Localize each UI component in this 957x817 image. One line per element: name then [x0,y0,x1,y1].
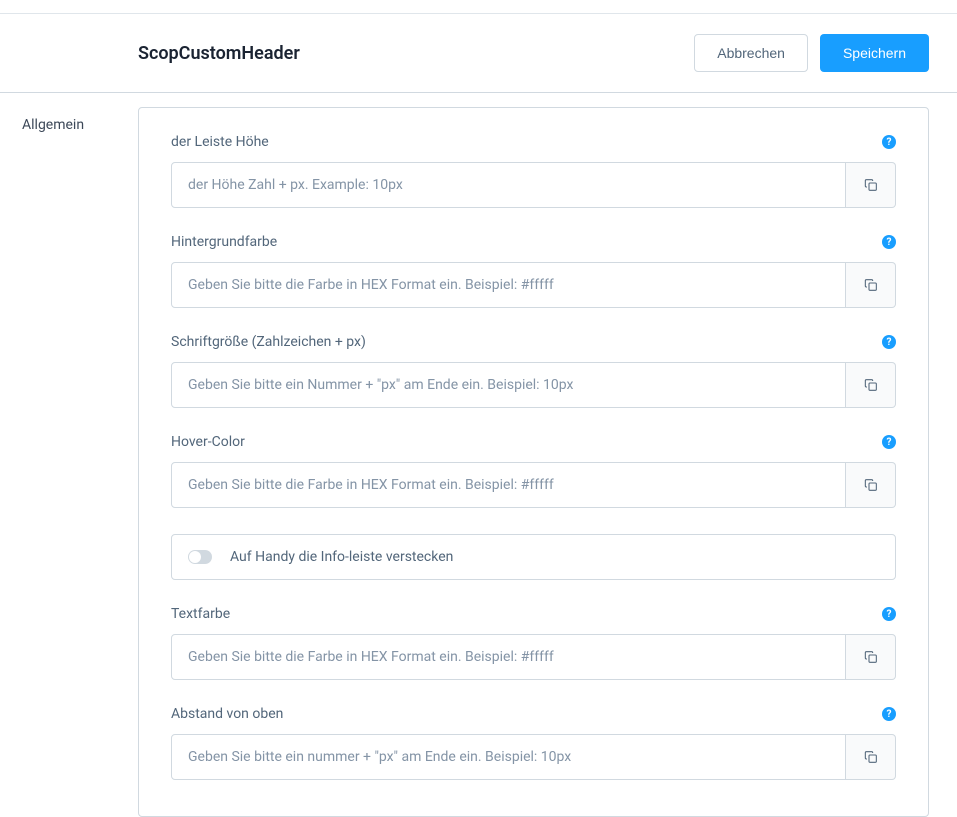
text-color-input[interactable] [171,634,846,680]
field-text-color: Textfarbe ? [171,606,896,680]
help-icon[interactable]: ? [882,135,896,149]
input-group [171,262,896,308]
save-button[interactable]: Speichern [820,34,929,72]
top-margin-input[interactable] [171,734,846,780]
main-content: der Leiste Höhe ? Hintergrundfarbe ? [138,93,957,817]
copy-icon [863,649,879,665]
copy-button[interactable] [846,634,896,680]
help-icon[interactable]: ? [882,435,896,449]
font-size-input[interactable] [171,362,846,408]
copy-icon [863,177,879,193]
field-label-row: Schriftgröße (Zahlzeichen + px) ? [171,334,896,350]
field-label: Schriftgröße (Zahlzeichen + px) [171,334,366,350]
field-label-row: Hover-Color ? [171,434,896,450]
copy-button[interactable] [846,462,896,508]
input-group [171,634,896,680]
field-top-margin: Abstand von oben ? [171,706,896,780]
field-hover-color: Hover-Color ? [171,434,896,508]
help-icon[interactable]: ? [882,235,896,249]
field-font-size: Schriftgröße (Zahlzeichen + px) ? [171,334,896,408]
copy-icon [863,477,879,493]
field-background-color: Hintergrundfarbe ? [171,234,896,308]
toggle-knob [189,551,201,563]
field-label-row: Hintergrundfarbe ? [171,234,896,250]
page-header: ScopCustomHeader Abbrechen Speichern [0,14,957,93]
copy-button[interactable] [846,162,896,208]
help-icon[interactable]: ? [882,607,896,621]
field-label-row: Abstand von oben ? [171,706,896,722]
input-group [171,462,896,508]
sidebar-tab-general[interactable]: Allgemein [22,117,138,133]
hide-mobile-toggle[interactable] [188,550,212,564]
settings-card: der Leiste Höhe ? Hintergrundfarbe ? [138,107,929,817]
field-label: Hover-Color [171,434,245,450]
header-actions: Abbrechen Speichern [694,34,929,72]
copy-icon [863,377,879,393]
copy-button[interactable] [846,734,896,780]
input-group [171,162,896,208]
help-icon[interactable]: ? [882,335,896,349]
height-input[interactable] [171,162,846,208]
field-label-row: der Leiste Höhe ? [171,134,896,150]
field-label-row: Textfarbe ? [171,606,896,622]
topbar-strip [0,0,957,14]
field-label: Hintergrundfarbe [171,234,277,250]
help-icon[interactable]: ? [882,707,896,721]
copy-icon [863,277,879,293]
toggle-row: Auf Handy die Info-leiste verstecken [171,534,896,580]
field-hide-mobile: Auf Handy die Info-leiste verstecken [171,534,896,580]
toggle-label: Auf Handy die Info-leiste verstecken [230,549,453,565]
field-label: der Leiste Höhe [171,134,269,150]
copy-button[interactable] [846,262,896,308]
copy-button[interactable] [846,362,896,408]
layout: Allgemein der Leiste Höhe ? Hi [0,93,957,817]
copy-icon [863,749,879,765]
background-color-input[interactable] [171,262,846,308]
field-label: Abstand von oben [171,706,283,722]
field-height: der Leiste Höhe ? [171,134,896,208]
page-title: ScopCustomHeader [138,43,300,64]
input-group [171,734,896,780]
hover-color-input[interactable] [171,462,846,508]
sidebar: Allgemein [0,93,138,817]
field-label: Textfarbe [171,606,230,622]
cancel-button[interactable]: Abbrechen [694,34,808,72]
input-group [171,362,896,408]
